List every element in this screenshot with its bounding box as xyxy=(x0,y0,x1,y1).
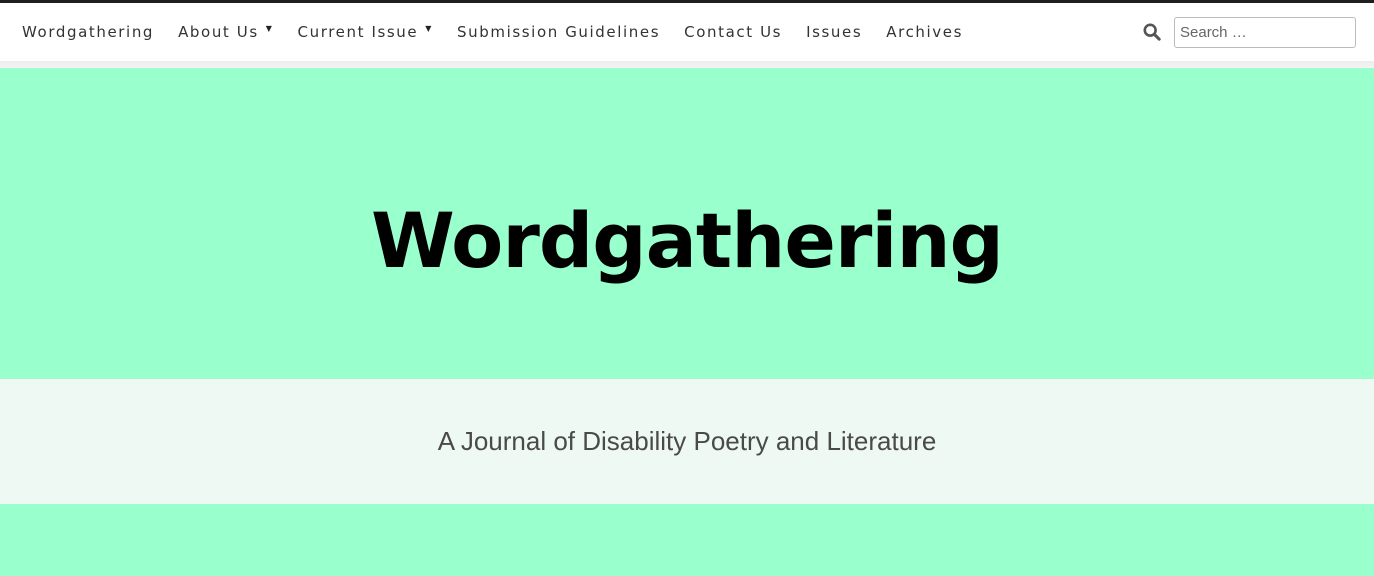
caret-down-icon: ▼ xyxy=(425,23,434,33)
nav-item-archives[interactable]: Archives xyxy=(886,23,963,41)
nav-item-current-issue[interactable]: Current Issue ▼ xyxy=(298,23,433,41)
site-title[interactable]: Wordgathering xyxy=(0,203,1374,279)
nav-item-label: Archives xyxy=(886,23,964,41)
nav-item-label: Submission Guidelines xyxy=(457,23,661,41)
nav-item-wordgathering[interactable]: Wordgathering xyxy=(22,23,154,41)
site-tagline: A Journal of Disability Poetry and Liter… xyxy=(437,426,937,456)
nav-item-label: Issues xyxy=(806,23,863,41)
tagline-band: A Journal of Disability Poetry and Liter… xyxy=(0,379,1374,504)
nav-item-issues[interactable]: Issues xyxy=(806,23,862,41)
caret-down-icon: ▼ xyxy=(265,23,274,33)
nav-item-about-us[interactable]: About Us ▼ xyxy=(178,23,273,41)
search-form xyxy=(1142,3,1356,61)
nav-item-label: Wordgathering xyxy=(22,23,155,41)
nav-item-submission-guidelines[interactable]: Submission Guidelines xyxy=(457,23,660,41)
main-navbar: Wordgathering About Us ▼ Current Issue ▼… xyxy=(0,3,1374,61)
nav-item-label: Current Issue xyxy=(297,23,419,41)
hero-banner: Wordgathering xyxy=(0,68,1374,379)
search-input[interactable] xyxy=(1174,16,1356,48)
navbar-shadow xyxy=(0,61,1374,68)
nav-item-label: Contact Us xyxy=(684,23,783,41)
nav-menu: Wordgathering About Us ▼ Current Issue ▼… xyxy=(22,3,987,61)
content-background xyxy=(0,504,1374,576)
nav-item-contact-us[interactable]: Contact Us xyxy=(684,23,782,41)
nav-item-label: About Us xyxy=(178,23,259,41)
search-icon[interactable] xyxy=(1142,22,1162,42)
